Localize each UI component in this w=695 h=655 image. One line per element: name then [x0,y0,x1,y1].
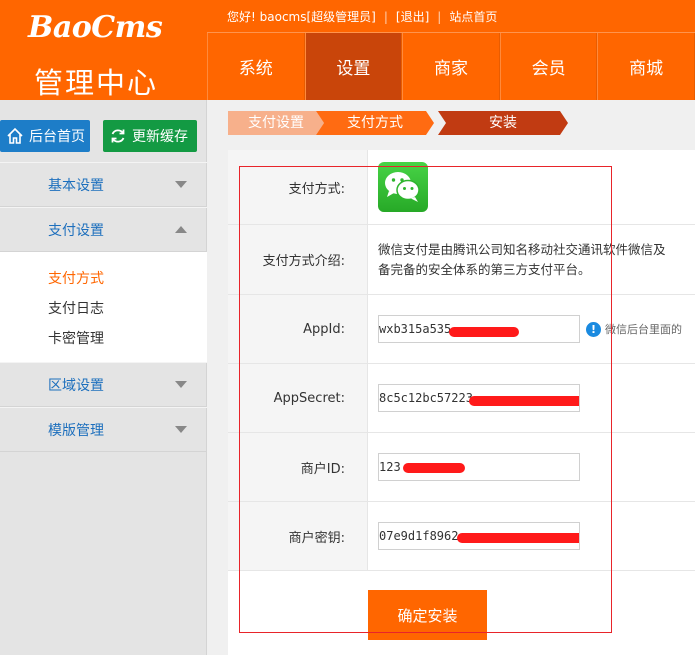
sidebar-menu: 基本设置 支付设置 支付方式 支付日志 卡密管理 区域设置 模版管理 [0,162,207,452]
nav-item-merchants[interactable]: 商家 [402,33,500,100]
header: BaoCms 管理中心 您好! baocms[超级管理员] | [退出] | 站点首页 … [0,0,695,100]
refresh-icon [111,129,125,143]
field-value: wxb315a535 ! 微信后台里面的 [368,295,695,363]
appsecret-value: 8c5c12bc57223 [379,391,473,405]
chevron-up-icon [175,226,187,233]
merchant-id-input[interactable]: 123 [378,453,580,481]
greeting-text: 您好! baocms[超级管理员] [227,10,376,24]
sidebar-item-region-settings[interactable]: 区域设置 [0,362,207,407]
top-bar: 您好! baocms[超级管理员] | [退出] | 站点首页 [207,0,695,33]
refresh-cache-button[interactable]: 更新缓存 [103,120,197,152]
breadcrumb: 支付设置 支付方式 安装 [228,111,588,135]
field-label: 支付方式: [228,150,368,224]
quick-actions: 后台首页 更新缓存 [0,120,207,152]
logo-subtitle: 管理中心 [34,66,159,100]
payment-description: 微信支付是由腾讯公司知名移动社交通讯软件微信及 备完备的安全体系的第三方支付平台… [378,240,695,280]
admin-home-label: 后台首页 [29,129,85,145]
payment-install-form: 支付方式: 支付方式介绍: 微信支付是由腾讯公司知名移动社交通讯软件微信及 备完… [228,150,695,655]
field-label: AppSecret: [228,364,368,432]
payment-submenu: 支付方式 支付日志 卡密管理 [0,252,207,362]
admin-home-button[interactable]: 后台首页 [0,120,90,152]
merchant-key-input[interactable]: 07e9d1f8962 [378,522,580,550]
sidebar-item-label: 支付设置 [48,222,104,239]
redaction-mark [403,463,465,473]
field-label: AppId: [228,295,368,363]
confirm-install-button[interactable]: 确定安装 [368,590,487,640]
field-value: 07e9d1f8962 [368,502,695,570]
submenu-payment-log[interactable]: 支付日志 [0,294,207,324]
submenu-payment-methods[interactable]: 支付方式 [0,264,207,294]
appid-hint: ! 微信后台里面的 [586,321,682,337]
field-value: 8c5c12bc57223 [368,364,695,432]
sidebar-item-label: 区域设置 [48,377,104,394]
breadcrumb-step-payment-method[interactable]: 支付方式 [316,111,434,135]
nav-item-settings[interactable]: 设置 [304,33,403,100]
merchant-key-value: 07e9d1f8962 [379,529,459,543]
field-value: 微信支付是由腾讯公司知名移动社交通讯软件微信及 备完备的安全体系的第三方支付平台… [368,225,695,294]
hint-text: 微信后台里面的 [605,323,682,336]
redaction-mark [449,327,519,337]
nav-item-mall[interactable]: 商城 [597,33,695,100]
chevron-down-icon [175,426,187,433]
breadcrumb-step-payment-settings[interactable]: 支付设置 [228,111,324,135]
home-icon [7,127,23,144]
redaction-mark [469,396,579,406]
sidebar: 后台首页 更新缓存 基本设置 支付设置 支付方式 支付日志 卡密管理 区域设置 … [0,100,207,655]
appsecret-input[interactable]: 8c5c12bc57223 [378,384,580,412]
nav-item-system[interactable]: 系统 [207,33,305,100]
info-icon: ! [586,321,601,337]
separator: | [437,10,442,24]
form-row-payment-method: 支付方式: [228,150,695,225]
site-home-link[interactable]: 站点首页 [449,10,497,24]
merchant-id-value: 123 [379,460,401,474]
field-value [368,150,695,224]
submenu-card-management[interactable]: 卡密管理 [0,324,207,354]
description-line: 备完备的安全体系的第三方支付平台。 [378,261,591,277]
sidebar-item-label: 模版管理 [48,422,104,439]
logo-area: BaoCms 管理中心 [0,0,207,100]
appid-value: wxb315a535 [379,322,452,336]
sidebar-item-basic-settings[interactable]: 基本设置 [0,162,207,207]
wechat-icon [378,162,428,212]
redaction-mark [457,533,579,543]
form-row-appsecret: AppSecret: 8c5c12bc57223 [228,364,695,433]
chevron-down-icon [175,381,187,388]
refresh-cache-label: 更新缓存 [132,129,188,145]
field-label: 商户密钥: [228,502,368,570]
sidebar-item-template-management[interactable]: 模版管理 [0,407,207,452]
main-nav: 系统 设置 商家 会员 商城 [207,33,695,100]
field-label: 商户ID: [228,433,368,501]
nav-item-members[interactable]: 会员 [499,33,598,100]
chevron-down-icon [175,181,187,188]
field-label: 支付方式介绍: [228,225,368,294]
logout-link[interactable]: [退出] [396,10,429,24]
form-row-appid: AppId: wxb315a535 ! 微信后台里面的 [228,295,695,364]
logo[interactable]: BaoCms [28,10,163,45]
appid-input[interactable]: wxb315a535 [378,315,580,343]
form-row-payment-description: 支付方式介绍: 微信支付是由腾讯公司知名移动社交通讯软件微信及 备完备的安全体系… [228,225,695,295]
sidebar-item-payment-settings[interactable]: 支付设置 [0,207,207,252]
form-row-merchant-key: 商户密钥: 07e9d1f8962 [228,502,695,571]
form-row-merchant-id: 商户ID: 123 [228,433,695,502]
sidebar-item-label: 基本设置 [48,177,104,194]
breadcrumb-step-install: 安装 [438,111,568,135]
description-line: 微信支付是由腾讯公司知名移动社交通讯软件微信及 [378,241,666,257]
field-value: 123 [368,433,695,501]
separator: | [383,10,388,24]
